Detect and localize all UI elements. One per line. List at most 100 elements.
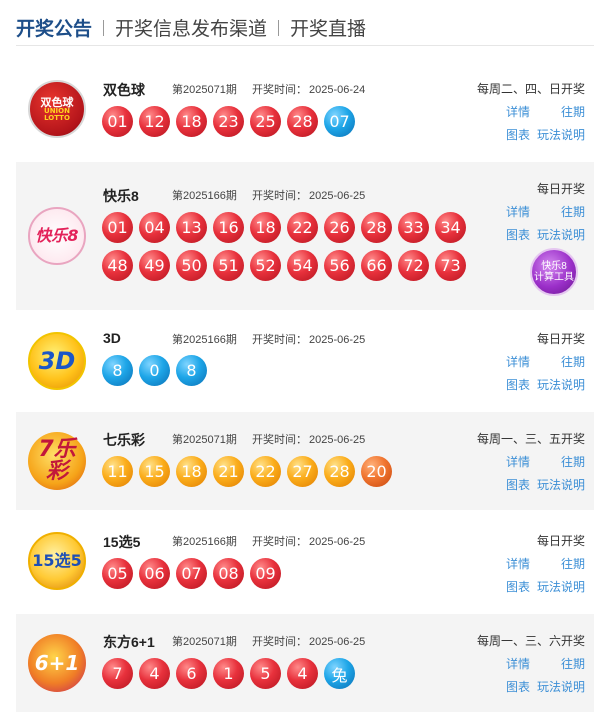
tab-divider [278, 19, 280, 36]
number-ball: 50 [176, 250, 207, 281]
past-draws-link[interactable]: 往期 [561, 453, 585, 470]
number-ball: 09 [250, 558, 281, 589]
rules-link[interactable]: 玩法说明 [537, 126, 585, 143]
number-ball: 66 [361, 250, 392, 281]
draw-schedule: 每周二、四、日开奖 [476, 82, 585, 96]
number-ball: 28 [361, 212, 392, 243]
detail-link[interactable]: 详情 [506, 353, 530, 370]
issue-number: 第2025166期 [172, 190, 237, 202]
number-ball: 1 [213, 658, 244, 689]
lottery-name: 3D [103, 330, 121, 346]
special-ball: 兔 [324, 658, 355, 689]
detail-link[interactable]: 详情 [506, 453, 530, 470]
ball-list: 01 12 18 23 25 28 07 [102, 106, 472, 137]
number-ball: 25 [250, 106, 281, 137]
issue-number: 第2025166期 [172, 334, 237, 346]
lottery-name: 东方6+1 [103, 634, 155, 650]
number-ball: 73 [435, 250, 466, 281]
number-ball: 7 [102, 658, 133, 689]
calculator-line-1: 快乐8 [541, 260, 567, 272]
draw-schedule: 每日开奖 [536, 332, 585, 346]
number-ball: 05 [102, 558, 133, 589]
tab-divider [103, 19, 105, 36]
calculator-tool-button[interactable]: 快乐8 计算工具 [530, 248, 578, 296]
number-ball: 06 [139, 558, 170, 589]
lottery-row-15xuan5: 15选5 15选5 第2025166期 开奖时间： 2025-06-25 05 06… [16, 514, 594, 610]
draw-schedule: 每日开奖 [536, 534, 585, 548]
number-ball: 08 [213, 558, 244, 589]
special-ball: 07 [324, 106, 355, 137]
dongfang61-logo-icon: 6+1 [28, 634, 86, 692]
special-ball: 8 [176, 355, 207, 386]
number-ball: 16 [213, 212, 244, 243]
lottery-row-3d: 3D 3D 第2025166期 开奖时间： 2025-06-25 808 每日开奖… [16, 318, 594, 406]
draw-schedule: 每周一、三、六开奖 [476, 634, 585, 648]
issue-number: 第2025071期 [172, 434, 237, 446]
number-ball: 18 [250, 212, 281, 243]
lottery-row-shuangseqiu: 双色球 UNION LOTTO 双色球 第2025071期 开奖时间： 2025-0… [16, 62, 594, 154]
tab-bar: 开奖公告 开奖信息发布渠道 开奖直播 [16, 10, 594, 46]
number-ball: 52 [250, 250, 281, 281]
qilecai-logo-icon: 7乐彩 [28, 432, 86, 490]
draw-time: 开奖时间： 2025-06-25 [252, 334, 366, 346]
chart-link[interactable]: 图表 [506, 226, 530, 243]
number-ball: 18 [176, 106, 207, 137]
special-ball: 0 [139, 355, 170, 386]
number-ball: 48 [102, 250, 133, 281]
number-ball: 51 [213, 250, 244, 281]
ball-list: 05 06 07 08 09 [102, 558, 472, 589]
draw-time: 开奖时间： 2025-06-24 [252, 84, 366, 96]
past-draws-link[interactable]: 往期 [561, 103, 585, 120]
detail-link[interactable]: 详情 [506, 655, 530, 672]
special-ball: 8 [102, 355, 133, 386]
past-draws-link[interactable]: 往期 [561, 353, 585, 370]
lottery-row-kuaile8: 快乐8 快乐8 第2025166期 开奖时间： 2025-06-25 01 04 13… [16, 162, 594, 310]
past-draws-link[interactable]: 往期 [561, 203, 585, 220]
lottery-name: 15选5 [103, 534, 141, 550]
rules-link[interactable]: 玩法说明 [537, 226, 585, 243]
number-ball: 27 [287, 456, 318, 487]
chart-link[interactable]: 图表 [506, 476, 530, 493]
tab-live-draw[interactable]: 开奖直播 [290, 14, 366, 41]
issue-number: 第2025166期 [172, 536, 237, 548]
ball-list: 746154兔 [102, 658, 472, 689]
tab-draw-announcement[interactable]: 开奖公告 [16, 14, 92, 41]
shuangseqiu-logo-icon: 双色球 UNION LOTTO [28, 80, 86, 138]
number-ball: 22 [250, 456, 281, 487]
rules-link[interactable]: 玩法说明 [537, 376, 585, 393]
number-ball: 13 [176, 212, 207, 243]
chart-link[interactable]: 图表 [506, 678, 530, 695]
number-ball: 4 [139, 658, 170, 689]
number-ball: 56 [324, 250, 355, 281]
chart-link[interactable]: 图表 [506, 578, 530, 595]
number-ball: 01 [102, 212, 133, 243]
detail-link[interactable]: 详情 [506, 103, 530, 120]
detail-link[interactable]: 详情 [506, 555, 530, 572]
lottery-row-qilecai: 7乐彩 七乐彩 第2025071期 开奖时间： 2025-06-25 11 15 18… [16, 412, 594, 510]
lottery-row-dongfang61: 6+1 东方6+1 第2025071期 开奖时间： 2025-06-25 7461… [16, 614, 594, 712]
number-ball: 5 [250, 658, 281, 689]
issue-number: 第2025071期 [172, 636, 237, 648]
number-ball: 54 [287, 250, 318, 281]
past-draws-link[interactable]: 往期 [561, 655, 585, 672]
draw-time: 开奖时间： 2025-06-25 [252, 636, 366, 648]
number-ball: 49 [139, 250, 170, 281]
tab-publish-channels[interactable]: 开奖信息发布渠道 [115, 14, 267, 41]
rules-link[interactable]: 玩法说明 [537, 476, 585, 493]
lottery-name: 快乐8 [103, 188, 139, 204]
ball-list: 01 04 13 16 18 22 26 28 33 34 48 49 50 51 52 54 56 66 72 73 [102, 212, 472, 281]
rules-link[interactable]: 玩法说明 [537, 678, 585, 695]
calculator-line-2: 计算工具 [534, 272, 574, 283]
number-ball: 22 [287, 212, 318, 243]
past-draws-link[interactable]: 往期 [561, 555, 585, 572]
number-ball: 72 [398, 250, 429, 281]
detail-link[interactable]: 详情 [506, 203, 530, 220]
chart-link[interactable]: 图表 [506, 126, 530, 143]
rules-link[interactable]: 玩法说明 [537, 578, 585, 595]
fucai-3d-logo-icon: 3D [28, 332, 86, 390]
number-ball: 11 [102, 456, 133, 487]
number-ball: 18 [176, 456, 207, 487]
15xuan5-logo-icon: 15选5 [28, 532, 86, 590]
chart-link[interactable]: 图表 [506, 376, 530, 393]
issue-number: 第2025071期 [172, 84, 237, 96]
